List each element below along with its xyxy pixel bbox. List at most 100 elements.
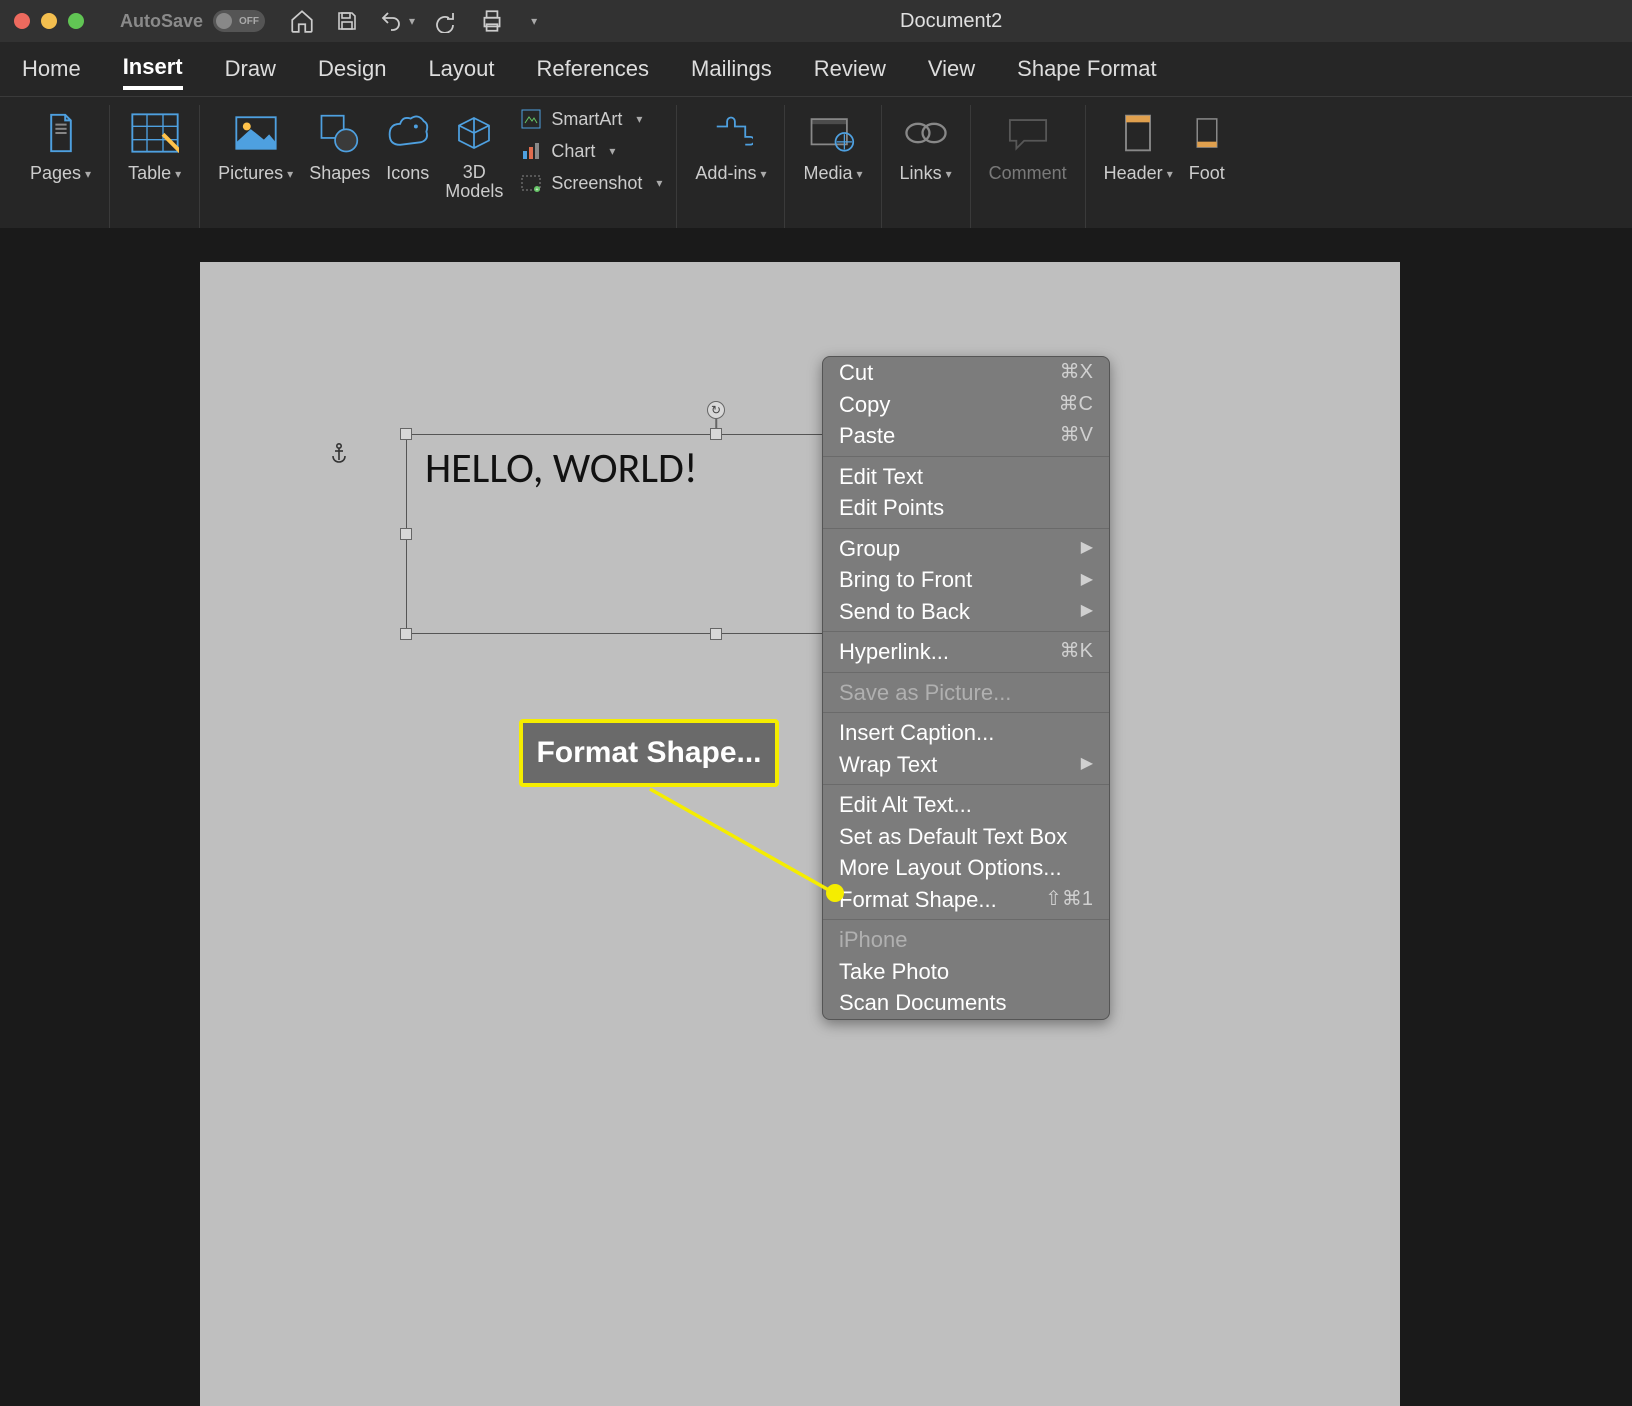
icons-button[interactable]: Icons — [382, 105, 433, 184]
print-icon[interactable] — [479, 8, 505, 34]
ctx-edit-text[interactable]: Edit Text — [823, 461, 1109, 493]
quick-access-toolbar: ▾ ▾ — [289, 8, 537, 34]
anchor-icon — [330, 442, 348, 469]
autosave-switch[interactable]: OFF — [213, 10, 265, 32]
tab-references[interactable]: References — [537, 50, 650, 88]
chart-label: Chart — [551, 141, 595, 162]
table-icon — [131, 105, 179, 161]
ctx-copy[interactable]: Copy⌘C — [823, 389, 1109, 421]
ctx-edit-alt-text[interactable]: Edit Alt Text... — [823, 789, 1109, 821]
qat-overflow-icon[interactable]: ▾ — [531, 14, 537, 28]
tab-draw[interactable]: Draw — [225, 50, 276, 88]
ctx-hyperlink[interactable]: Hyperlink...⌘K — [823, 636, 1109, 668]
chevron-down-icon: ▾ — [175, 167, 181, 181]
addins-icon — [709, 105, 753, 161]
header-icon — [1122, 105, 1154, 161]
group-header-footer: Header ▾ Foot — [1086, 105, 1243, 228]
home-icon[interactable] — [289, 8, 315, 34]
group-table: Table▾ — [110, 105, 200, 228]
ctx-bring-to-front[interactable]: Bring to Front▶ — [823, 564, 1109, 596]
comment-label: Comment — [989, 163, 1067, 184]
titlebar: AutoSave OFF ▾ ▾ Document2 — [0, 0, 1632, 42]
comment-icon — [1006, 105, 1050, 161]
tab-design[interactable]: Design — [318, 50, 386, 88]
ctx-cut[interactable]: Cut⌘X — [823, 357, 1109, 389]
icons-icon — [387, 105, 429, 161]
tab-mailings[interactable]: Mailings — [691, 50, 772, 88]
annotation-callout-text: Format Shape... — [536, 736, 761, 770]
links-label: Links — [900, 163, 942, 184]
chart-button[interactable]: Chart ▾ — [519, 137, 615, 165]
3d-models-label: 3D Models — [445, 163, 503, 201]
3d-models-button[interactable]: 3D Models — [441, 105, 507, 201]
window-controls — [14, 13, 84, 29]
smartart-icon — [519, 107, 543, 131]
chevron-down-icon: ▾ — [609, 144, 615, 158]
ctx-format-shape[interactable]: Format Shape...⇧⌘1 — [823, 884, 1109, 916]
screenshot-label: Screenshot — [551, 173, 642, 194]
shapes-button[interactable]: Shapes — [305, 105, 374, 184]
ctx-more-layout-options[interactable]: More Layout Options... — [823, 852, 1109, 884]
ctx-wrap-text[interactable]: Wrap Text▶ — [823, 749, 1109, 781]
save-icon[interactable] — [335, 9, 359, 33]
links-button[interactable]: Links ▾ — [896, 105, 956, 184]
ctx-take-photo[interactable]: Take Photo — [823, 956, 1109, 988]
resize-handle-tl[interactable] — [400, 428, 412, 440]
ctx-set-default-text-box[interactable]: Set as Default Text Box — [823, 821, 1109, 853]
pages-icon — [44, 105, 78, 161]
ctx-edit-points[interactable]: Edit Points — [823, 492, 1109, 524]
group-pages: Pages▾ — [12, 105, 110, 228]
ctx-scan-documents[interactable]: Scan Documents — [823, 987, 1109, 1019]
header-button[interactable]: Header ▾ — [1100, 105, 1177, 184]
submenu-arrow-icon: ▶ — [1081, 570, 1093, 590]
ctx-group[interactable]: Group▶ — [823, 533, 1109, 565]
page[interactable]: ↻ HELLO, WORLD! — [200, 262, 1400, 1406]
undo-icon[interactable]: ▾ — [379, 9, 415, 33]
links-icon — [903, 105, 949, 161]
footer-button[interactable]: Foot — [1185, 105, 1229, 184]
table-button[interactable]: Table▾ — [124, 105, 185, 184]
chevron-down-icon: ▾ — [857, 167, 863, 181]
addins-button[interactable]: Add-ins▾ — [691, 105, 770, 184]
tab-insert[interactable]: Insert — [123, 48, 183, 90]
ribbon-tabs: Home Insert Draw Design Layout Reference… — [0, 42, 1632, 96]
group-links: Links ▾ — [882, 105, 971, 228]
resize-handle-bl[interactable] — [400, 628, 412, 640]
autosave-off-text: OFF — [239, 16, 259, 27]
tab-home[interactable]: Home — [22, 50, 81, 88]
resize-handle-bm[interactable] — [710, 628, 722, 640]
tab-review[interactable]: Review — [814, 50, 886, 88]
svg-text:+: + — [536, 187, 539, 193]
chevron-down-icon: ▾ — [1167, 167, 1173, 181]
shapes-icon — [319, 105, 361, 161]
ctx-insert-caption[interactable]: Insert Caption... — [823, 717, 1109, 749]
ctx-send-to-back[interactable]: Send to Back▶ — [823, 596, 1109, 628]
footer-icon — [1194, 105, 1220, 161]
annotation-dot — [826, 884, 844, 902]
resize-handle-lm[interactable] — [400, 528, 412, 540]
document-title: Document2 — [900, 10, 1002, 33]
maximize-window-button[interactable] — [68, 13, 84, 29]
pictures-icon — [235, 105, 277, 161]
pictures-button[interactable]: Pictures▾ — [214, 105, 297, 184]
media-button[interactable]: Media▾ — [799, 105, 866, 184]
comment-button[interactable]: Comment — [985, 105, 1071, 184]
tab-view[interactable]: View — [928, 50, 975, 88]
autosave-toggle[interactable]: AutoSave OFF — [120, 10, 265, 32]
resize-handle-tm[interactable] — [710, 428, 722, 440]
icons-label: Icons — [386, 163, 429, 184]
redo-icon[interactable] — [435, 9, 459, 33]
screenshot-button[interactable]: + Screenshot ▾ — [519, 169, 662, 197]
minimize-window-button[interactable] — [41, 13, 57, 29]
chevron-down-icon: ▾ — [946, 167, 952, 181]
smartart-button[interactable]: SmartArt ▾ — [519, 105, 642, 133]
document-canvas[interactable]: ↻ HELLO, WORLD! — [0, 228, 1632, 1406]
close-window-button[interactable] — [14, 13, 30, 29]
ctx-paste[interactable]: Paste⌘V — [823, 420, 1109, 452]
pages-button[interactable]: Pages▾ — [26, 105, 95, 184]
header-label: Header — [1104, 163, 1163, 184]
chevron-down-icon: ▾ — [760, 167, 766, 181]
rotate-handle[interactable]: ↻ — [707, 401, 725, 419]
tab-layout[interactable]: Layout — [428, 50, 494, 88]
tab-shape-format[interactable]: Shape Format — [1017, 50, 1156, 88]
